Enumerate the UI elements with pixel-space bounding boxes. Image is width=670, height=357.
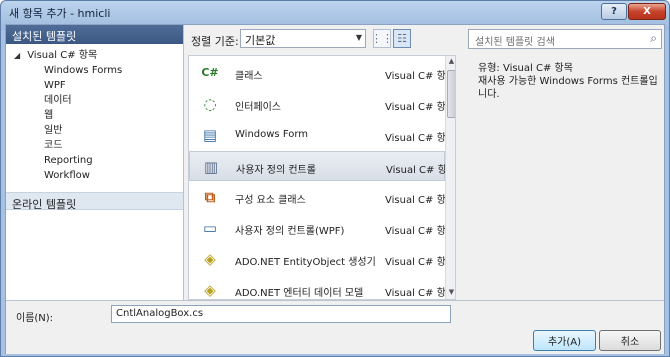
template-name: ADO.NET 엔터티 데이터 모델 bbox=[235, 288, 364, 299]
details-view-button[interactable]: ☷ bbox=[393, 29, 411, 48]
close-button[interactable]: X bbox=[628, 3, 666, 20]
chevron-down-icon: ▼ bbox=[355, 33, 362, 42]
dialog-client-area: 설치된 템플릿 ◢ Visual C# 항목 Windows Forms WPF 데… bbox=[5, 24, 665, 354]
template-name: 클래스 bbox=[235, 71, 263, 82]
search-icon[interactable]: ⌕ bbox=[650, 31, 657, 46]
template-row[interactable]: ◌ 인터페이스 Visual C# 항목 bbox=[189, 89, 455, 119]
template-row[interactable]: ▥ 사용자 정의 컨트롤 Visual C# 항목 bbox=[189, 151, 455, 181]
tree-item-child[interactable]: 데이터 bbox=[6, 93, 183, 108]
template-name: 사용자 정의 컨트롤(WPF) bbox=[235, 226, 345, 237]
component-class-icon: ⧉ bbox=[204, 188, 216, 206]
scroll-thumb[interactable] bbox=[447, 70, 455, 118]
add-new-item-dialog: 새 항목 추가 - hmicli ? X 설치된 템플릿 ◢ Visual C#… bbox=[0, 0, 670, 357]
item-name-input[interactable]: CntlAnalogBox.cs bbox=[111, 305, 451, 323]
template-list: C# 클래스 Visual C# 항목 ◌ 인터페이스 Visual C# 항목 ▤ Wind… bbox=[188, 55, 456, 300]
template-row[interactable]: ◈ ADO.NET EntityObject 생성기 Visual C# 항목 bbox=[189, 244, 455, 274]
template-description: 재사용 가능한 Windows Forms 컨트롤입니다. bbox=[478, 76, 658, 100]
search-placeholder: 설치된 템플릿 검색 bbox=[475, 37, 555, 48]
sort-dropdown[interactable]: 기본값 ▼ bbox=[240, 29, 366, 48]
add-button[interactable]: 추가(A) bbox=[533, 330, 596, 351]
template-name: 사용자 정의 컨트롤 bbox=[236, 165, 316, 176]
name-label: 이름(N): bbox=[16, 313, 54, 324]
online-templates-header[interactable]: 온라인 템플릿 bbox=[6, 192, 183, 211]
template-details-pane: 유형: Visual C# 항목 재사용 가능한 Windows Forms 컨… bbox=[468, 55, 662, 300]
template-search-input[interactable]: 설치된 템플릿 검색 ⌕ bbox=[468, 29, 662, 49]
template-row[interactable]: C# 클래스 Visual C# 항목 bbox=[189, 58, 455, 88]
template-name: ADO.NET EntityObject 생성기 bbox=[235, 257, 376, 268]
wpf-user-control-icon: ▭ bbox=[202, 219, 218, 237]
interface-icon: ◌ bbox=[203, 95, 217, 113]
tree-item-child[interactable]: Windows Forms bbox=[6, 63, 183, 78]
sort-label: 정렬 기준: bbox=[191, 35, 239, 48]
template-type-line: 유형: Visual C# 항목 bbox=[478, 63, 573, 74]
tree-item-child[interactable]: Reporting bbox=[6, 153, 183, 168]
small-icons-view-icon: ⋮⋮ bbox=[371, 32, 393, 45]
window-title: 새 항목 추가 - hmicli bbox=[9, 7, 111, 20]
title-bar[interactable]: 새 항목 추가 - hmicli ? X bbox=[1, 1, 669, 23]
entity-object-icon: ◈ bbox=[204, 250, 216, 268]
tree-item-child[interactable]: 일반 bbox=[6, 123, 183, 138]
tree-item-visual-csharp[interactable]: ◢ Visual C# 항목 bbox=[6, 48, 183, 63]
sort-dropdown-value: 기본값 bbox=[245, 34, 276, 47]
tree-item-child[interactable]: WPF bbox=[6, 78, 183, 93]
tree-item-label: Visual C# 항목 bbox=[27, 50, 98, 61]
template-name: 인터페이스 bbox=[235, 102, 281, 113]
scroll-down-arrow-icon[interactable]: ▼ bbox=[447, 288, 455, 299]
template-name: Windows Form bbox=[235, 129, 309, 140]
cancel-button[interactable]: 취소 bbox=[599, 330, 661, 351]
tree-item-child[interactable]: Workflow bbox=[6, 168, 183, 183]
template-row[interactable]: ◈ ADO.NET 엔터티 데이터 모델 Visual C# 항목 bbox=[189, 275, 455, 299]
installed-templates-header[interactable]: 설치된 템플릿 bbox=[6, 25, 183, 44]
class-icon: C# bbox=[201, 66, 219, 79]
entity-data-model-icon: ◈ bbox=[204, 281, 216, 299]
template-name: 구성 요소 클래스 bbox=[235, 195, 306, 206]
template-category-pane: 설치된 템플릿 ◢ Visual C# 항목 Windows Forms WPF 데… bbox=[6, 25, 184, 300]
user-control-icon: ▥ bbox=[203, 158, 219, 176]
expanded-arrow-icon[interactable]: ◢ bbox=[14, 48, 24, 63]
tree-item-child[interactable]: 웹 bbox=[6, 108, 183, 123]
template-row[interactable]: ▤ Windows Form Visual C# 항목 bbox=[189, 120, 455, 150]
template-list-scrollbar[interactable]: ▲ ▼ bbox=[445, 56, 455, 299]
help-button[interactable]: ? bbox=[601, 3, 627, 20]
template-row[interactable]: ▭ 사용자 정의 컨트롤(WPF) Visual C# 항목 bbox=[189, 213, 455, 243]
dialog-bottom-bar: 이름(N): CntlAnalogBox.cs 추가(A) 취소 bbox=[6, 300, 664, 354]
tree-item-child[interactable]: 코드 bbox=[6, 138, 183, 153]
scroll-up-arrow-icon[interactable]: ▲ bbox=[447, 57, 455, 68]
template-row[interactable]: ⧉ 구성 요소 클래스 Visual C# 항목 bbox=[189, 182, 455, 212]
windows-form-icon: ▤ bbox=[202, 126, 218, 144]
details-view-icon: ☷ bbox=[397, 32, 407, 45]
list-view-button[interactable]: ⋮⋮ bbox=[371, 29, 393, 48]
